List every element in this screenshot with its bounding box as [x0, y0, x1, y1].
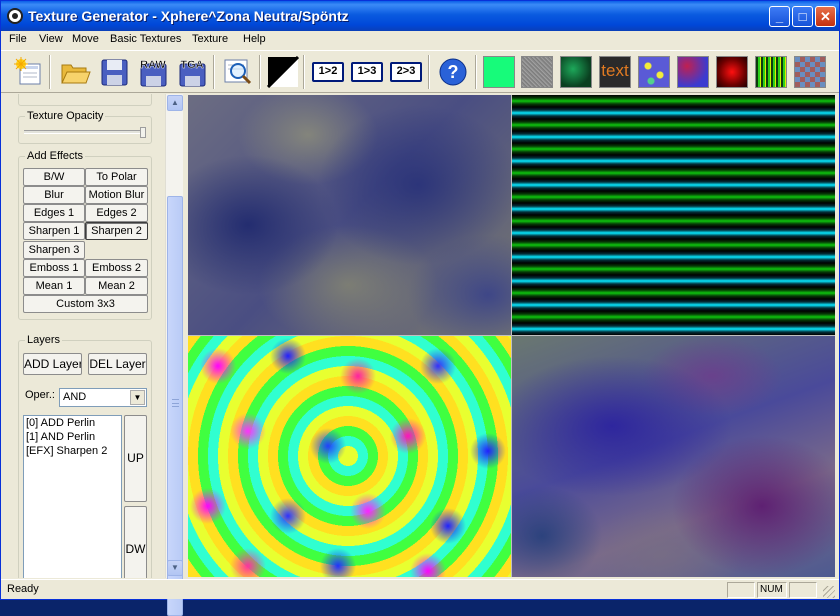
svg-text:?: ?	[448, 62, 459, 82]
layers-list[interactable]: [0] ADD Perlin [1] AND Perlin [EFX] Shar…	[23, 415, 122, 578]
status-bar: Ready NUM	[1, 579, 839, 599]
edges-1-button[interactable]: Edges 1	[23, 204, 85, 222]
previous-group	[18, 94, 152, 106]
swatch-radial[interactable]	[716, 56, 748, 88]
list-item[interactable]: [EFX] Sharpen 2	[24, 444, 121, 458]
blur-button[interactable]: Blur	[23, 186, 85, 204]
toolbar-separator	[213, 55, 215, 89]
toolbar-separator	[475, 55, 477, 89]
maximize-button[interactable]: □	[792, 6, 813, 27]
menu-texture[interactable]: Texture	[192, 33, 228, 45]
add-layer-button[interactable]: ADD Layer	[23, 353, 82, 375]
status-text: Ready	[7, 583, 39, 595]
title-bar[interactable]: Texture Generator - Xphere^Zona Neutra/S…	[1, 1, 839, 31]
help-icon[interactable]: ?	[437, 56, 469, 88]
ratio-2-3-button[interactable]: 2>3	[390, 62, 422, 82]
toolbar-separator	[428, 55, 430, 89]
close-button[interactable]: ✕	[815, 6, 836, 27]
grip-icon	[172, 399, 179, 407]
texture-cells-2	[188, 336, 511, 577]
opacity-slider-thumb[interactable]	[140, 127, 146, 138]
resize-grip-icon[interactable]	[823, 586, 835, 598]
swatch-stripes[interactable]	[755, 56, 787, 88]
swatch-checker[interactable]	[794, 56, 826, 88]
status-panel	[789, 582, 817, 598]
ratio-1-3-button[interactable]: 1>3	[351, 62, 383, 82]
emboss-1-button[interactable]: Emboss 1	[23, 259, 85, 277]
zoom-preview-icon[interactable]	[222, 56, 254, 88]
toolbar-separator	[259, 55, 261, 89]
scroll-down-icon[interactable]: ▼	[167, 560, 183, 576]
new-icon[interactable]	[13, 56, 45, 88]
layers-group: Layers ADD Layer DEL Layer Oper.: AND ▼ …	[18, 334, 152, 578]
svg-text:TGA: TGA	[180, 59, 203, 71]
oper-value: AND	[63, 391, 87, 403]
effects-group: Add Effects B/W To Polar Blur Motion Blu…	[18, 150, 152, 320]
app-icon[interactable]	[7, 8, 23, 24]
controls-panel: Texture Opacity Add Effects B/W To Polar…	[7, 94, 165, 578]
window-title: Texture Generator - Xphere^Zona Neutra/S…	[28, 8, 349, 24]
toolbar-separator	[49, 55, 51, 89]
emboss-2-button[interactable]: Emboss 2	[85, 259, 148, 277]
sharpen-2-button[interactable]: Sharpen 2	[85, 222, 148, 240]
save-disk-icon[interactable]	[98, 56, 130, 88]
texture-perlin-0	[188, 95, 511, 335]
swatch-flat-green[interactable]	[483, 56, 515, 88]
custom-3x3-button[interactable]: Custom 3x3	[23, 295, 148, 313]
effects-label: Add Effects	[25, 150, 86, 162]
scroll-up-icon[interactable]: ▲	[167, 95, 183, 111]
invert-icon[interactable]	[266, 55, 300, 89]
mean-1-button[interactable]: Mean 1	[23, 277, 85, 295]
to-polar-button[interactable]: To Polar	[85, 168, 148, 186]
texture-preview-canvas[interactable]	[188, 95, 835, 577]
list-item[interactable]: [0] ADD Perlin	[24, 416, 121, 430]
save-raw-icon[interactable]: RAW	[137, 56, 169, 88]
save-tga-icon[interactable]: TGA	[176, 56, 208, 88]
opacity-slider-track[interactable]	[24, 130, 146, 134]
layer-up-button[interactable]: UP	[124, 415, 147, 502]
chevron-down-icon[interactable]: ▼	[130, 390, 145, 405]
toolbar-separator	[303, 55, 305, 89]
num-lock-indicator: NUM	[757, 582, 787, 598]
swatch-green-blur[interactable]	[560, 56, 592, 88]
menu-basic-textures[interactable]: Basic Textures	[110, 33, 181, 45]
oper-select[interactable]: AND ▼	[59, 388, 147, 407]
opacity-group: Texture Opacity	[18, 110, 152, 144]
sharpen-3-button[interactable]: Sharpen 3	[23, 241, 85, 259]
list-item[interactable]: [1] AND Perlin	[24, 430, 121, 444]
edges-2-button[interactable]: Edges 2	[85, 204, 148, 222]
menu-bar: File View Move Basic Textures Texture He…	[1, 31, 839, 49]
scroll-thumb[interactable]	[167, 196, 183, 616]
main-window: Texture Generator - Xphere^Zona Neutra/S…	[0, 0, 840, 616]
menu-view[interactable]: View	[39, 33, 63, 45]
swatch-text[interactable]: text	[599, 56, 631, 88]
texture-stripes-1	[512, 95, 835, 335]
layer-down-button[interactable]: DW	[124, 506, 147, 578]
motion-blur-button[interactable]: Motion Blur	[85, 186, 148, 204]
menu-file[interactable]: File	[9, 33, 27, 45]
swatch-plasma[interactable]	[677, 56, 709, 88]
menu-move[interactable]: Move	[72, 33, 99, 45]
toolbar: RAW TGA 1>2 1>3 2>3 ? text	[1, 50, 839, 93]
ratio-1-2-button[interactable]: 1>2	[312, 62, 344, 82]
open-folder-icon[interactable]	[59, 56, 91, 88]
menu-help[interactable]: Help	[243, 33, 266, 45]
mean-2-button[interactable]: Mean 2	[85, 277, 148, 295]
texture-blend-3	[512, 336, 835, 577]
del-layer-button[interactable]: DEL Layer	[88, 353, 147, 375]
minimize-button[interactable]: _	[769, 6, 790, 27]
svg-text:RAW: RAW	[140, 59, 166, 71]
layers-label: Layers	[25, 334, 63, 346]
sharpen-1-button[interactable]: Sharpen 1	[23, 222, 85, 240]
swatch-cells[interactable]	[638, 56, 670, 88]
controls-scrollbar[interactable]: ▲ ▼	[165, 94, 183, 616]
opacity-label: Texture Opacity	[25, 110, 106, 122]
swatch-noise[interactable]	[521, 56, 553, 88]
status-panel	[727, 582, 755, 598]
bw-button[interactable]: B/W	[23, 168, 85, 186]
oper-label: Oper.:	[25, 389, 55, 401]
